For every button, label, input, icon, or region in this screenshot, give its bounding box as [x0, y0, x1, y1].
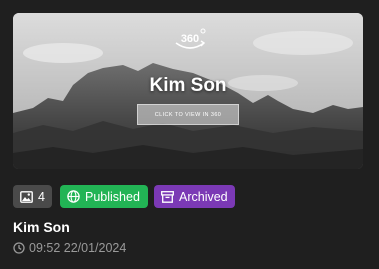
- image-icon: [20, 190, 33, 203]
- archive-icon: [161, 190, 174, 203]
- view-360-button[interactable]: CLICK TO VIEW IN 360: [137, 104, 239, 125]
- image-count-badge: 4: [13, 185, 52, 208]
- panorama-thumbnail[interactable]: 360 Kim Son CLICK TO VIEW IN 360: [13, 13, 363, 169]
- globe-icon: [67, 190, 80, 203]
- timestamp: 09:52 22/01/2024: [13, 241, 126, 255]
- svg-text:360: 360: [181, 33, 199, 45]
- published-badge: Published: [60, 185, 148, 208]
- image-count: 4: [38, 189, 45, 204]
- tour-card[interactable]: 360 Kim Son CLICK TO VIEW IN 360 4 Publi…: [0, 0, 379, 269]
- published-label: Published: [85, 189, 140, 204]
- 360-icon: 360: [175, 28, 206, 49]
- clock-icon: [13, 242, 25, 254]
- timestamp-text: 09:52 22/01/2024: [29, 241, 127, 255]
- tour-name[interactable]: Kim Son: [13, 219, 70, 235]
- thumbnail-title: Kim Son: [149, 75, 227, 96]
- archived-badge: Archived: [154, 185, 235, 208]
- archived-label: Archived: [179, 189, 228, 204]
